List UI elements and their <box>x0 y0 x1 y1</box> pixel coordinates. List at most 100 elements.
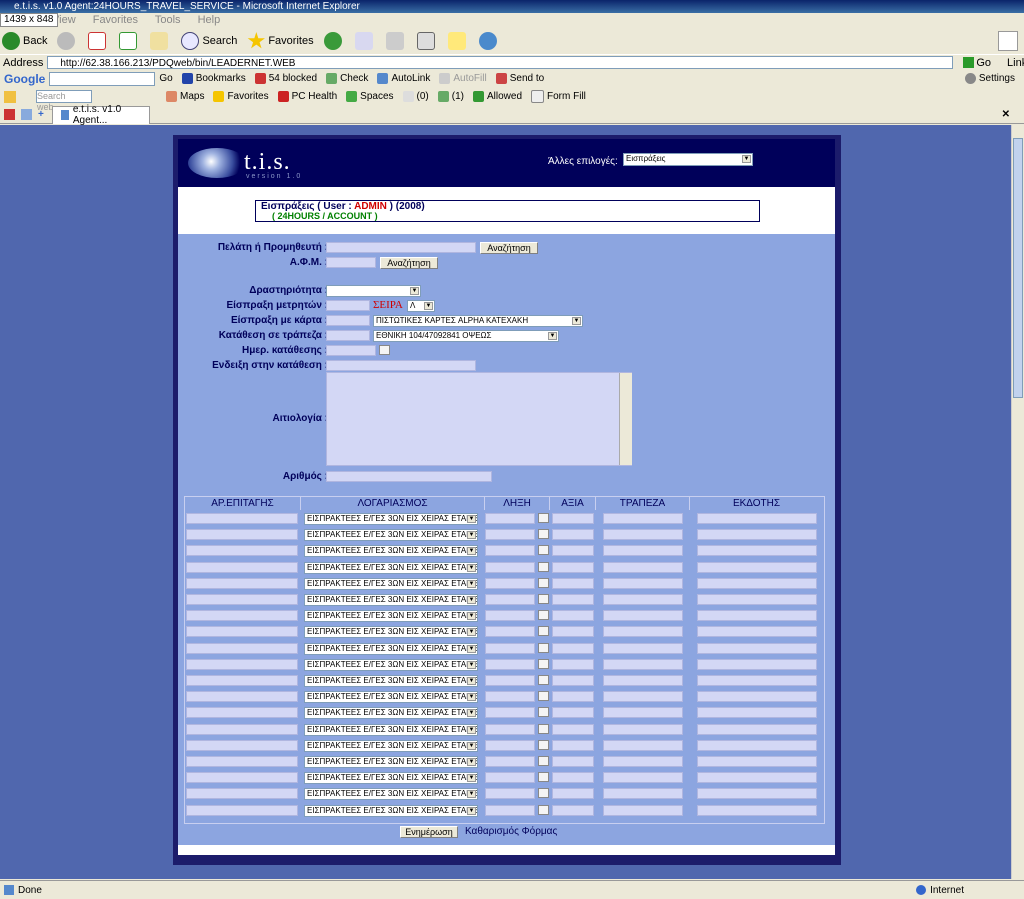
due-date-input[interactable] <box>485 513 535 524</box>
check-no-input[interactable] <box>186 545 298 557</box>
account-select[interactable]: ΕΙΣΠΡΑΚΤΕΕΣ Ε/ΓΕΣ 3ΩΝ ΕΙΣ ΧΕΙΡΑΣ ΕΤΑΙΡΕΙ… <box>304 691 478 704</box>
due-date-input[interactable] <box>485 723 535 735</box>
textarea-scrollbar[interactable] <box>619 373 632 465</box>
account-select[interactable]: ΕΙΣΠΡΑΚΤΕΕΣ Ε/ΓΕΣ 3ΩΝ ΕΙΣ ΧΕΙΡΑΣ ΕΤΑΙΡΕΙ… <box>304 594 478 606</box>
bank-input[interactable] <box>603 658 683 670</box>
calendar-icon[interactable] <box>538 723 549 734</box>
account-select[interactable]: ΕΙΣΠΡΑΚΤΕΕΣ Ε/ΓΕΣ 3ΩΝ ΕΙΣ ΧΕΙΡΑΣ ΕΤΑΙΡΕΙ… <box>304 642 478 655</box>
due-date-input[interactable] <box>485 658 535 670</box>
activity-select[interactable]: ▼ <box>326 285 421 297</box>
issuer-input[interactable] <box>697 707 817 719</box>
value-input[interactable] <box>552 610 594 622</box>
reason-textarea[interactable] <box>326 372 632 466</box>
value-input[interactable] <box>552 658 594 670</box>
bank-input[interactable] <box>603 594 683 605</box>
account-select[interactable]: ΕΙΣΠΡΑΚΤΕΕΣ Ε/ΓΕΣ 3ΩΝ ΕΙΣ ΧΕΙΡΑΣ ΕΤΑΙΡΕΙ… <box>304 788 478 801</box>
bank-input[interactable] <box>603 610 683 622</box>
clear-form-link[interactable]: Καθαρισμός Φόρμας <box>465 826 557 837</box>
bank-input[interactable] <box>603 626 683 638</box>
account-select[interactable]: ΕΙΣΠΡΑΚΤΕΕΣ Ε/ΓΕΣ 3ΩΝ ΕΙΣ ΧΕΙΡΑΣ ΕΤΑΙΡΕΙ… <box>304 772 478 785</box>
check-no-input[interactable] <box>186 642 298 654</box>
issuer-input[interactable] <box>697 756 817 767</box>
calendar-icon[interactable] <box>538 529 549 540</box>
due-date-input[interactable] <box>485 772 535 784</box>
account-select[interactable]: ΕΙΣΠΡΑΚΤΕΕΣ Ε/ΓΕΣ 3ΩΝ ΕΙΣ ΧΕΙΡΑΣ ΕΤΑΙΡΕΙ… <box>304 658 478 671</box>
autofill-button[interactable]: AutoFill <box>439 73 487 84</box>
check-no-input[interactable] <box>186 739 298 751</box>
issuer-input[interactable] <box>697 772 817 784</box>
bank-input[interactable] <box>603 561 683 573</box>
notes-button[interactable] <box>447 32 469 50</box>
card-amount-input[interactable] <box>326 315 370 326</box>
value-input[interactable] <box>552 691 594 703</box>
account-select[interactable]: ΕΙΣΠΡΑΚΤΕΕΣ Ε/ΓΕΣ 3ΩΝ ΕΙΣ ΧΕΙΡΑΣ ΕΤΑΙΡΕΙ… <box>304 675 478 687</box>
settings-button[interactable]: Settings <box>964 73 1015 84</box>
bank-input[interactable] <box>603 691 683 703</box>
bank-input[interactable] <box>603 545 683 557</box>
check-no-input[interactable] <box>186 513 298 524</box>
maps-button[interactable]: Maps <box>166 91 204 102</box>
calendar-icon[interactable] <box>538 772 549 783</box>
pchealth-button[interactable]: PC Health <box>277 91 337 102</box>
mail-count[interactable]: (0) <box>402 91 429 102</box>
issuer-input[interactable] <box>697 561 817 573</box>
issuer-input[interactable] <box>697 675 817 686</box>
menu-help[interactable]: Help <box>198 14 221 26</box>
series-select[interactable]: Λ ▼ <box>407 300 435 312</box>
value-input[interactable] <box>552 675 594 686</box>
due-date-input[interactable] <box>485 561 535 573</box>
calendar-icon[interactable] <box>538 658 549 669</box>
check-button[interactable]: Check <box>326 73 368 84</box>
check-no-input[interactable] <box>186 626 298 638</box>
value-input[interactable] <box>552 739 594 751</box>
check-no-input[interactable] <box>186 756 298 767</box>
account-select[interactable]: ΕΙΣΠΡΑΚΤΕΕΣ Ε/ΓΕΣ 3ΩΝ ΕΙΣ ΧΕΙΡΑΣ ΕΤΑΙΡΕΙ… <box>304 561 478 574</box>
google-go-button[interactable]: Go <box>159 73 172 84</box>
close-tab-icon[interactable]: ✕ <box>1002 109 1010 120</box>
stop-button[interactable] <box>88 32 109 50</box>
value-input[interactable] <box>552 772 594 784</box>
bookmarks-button[interactable]: Bookmarks <box>181 73 246 84</box>
search-button[interactable]: Search <box>181 32 237 50</box>
customer-input[interactable] <box>326 242 476 253</box>
customer-search-button[interactable]: Αναζήτηση <box>480 242 538 254</box>
calendar-icon[interactable] <box>538 642 549 653</box>
issuer-input[interactable] <box>697 577 817 589</box>
check-no-input[interactable] <box>186 577 298 589</box>
value-input[interactable] <box>552 594 594 605</box>
due-date-input[interactable] <box>485 529 535 541</box>
value-input[interactable] <box>552 561 594 573</box>
google-search-input[interactable] <box>49 71 156 86</box>
account-select[interactable]: ΕΙΣΠΡΑΚΤΕΕΣ Ε/ΓΕΣ 3ΩΝ ΕΙΣ ΧΕΙΡΑΣ ΕΤΑΙΡΕΙ… <box>304 577 478 590</box>
go-button[interactable]: Go <box>963 57 991 69</box>
issuer-input[interactable] <box>697 513 817 524</box>
value-input[interactable] <box>552 642 594 654</box>
check-no-input[interactable] <box>186 772 298 784</box>
issuer-input[interactable] <box>697 545 817 557</box>
messenger-button[interactable] <box>478 32 500 50</box>
calendar-icon[interactable] <box>538 513 549 523</box>
due-date-input[interactable] <box>485 739 535 751</box>
bank-input[interactable] <box>603 756 683 767</box>
due-date-input[interactable] <box>485 756 535 767</box>
value-input[interactable] <box>552 707 594 719</box>
afm-input[interactable] <box>326 257 376 268</box>
calendar-icon[interactable] <box>538 610 549 621</box>
calendar-icon[interactable] <box>538 545 549 556</box>
issuer-input[interactable] <box>697 691 817 703</box>
vertical-scrollbar[interactable] <box>1011 125 1024 879</box>
tab-list-icon[interactable] <box>21 109 32 120</box>
account-select[interactable]: ΕΙΣΠΡΑΚΤΕΕΣ Ε/ΓΕΣ 3ΩΝ ΕΙΣ ΧΕΙΡΑΣ ΕΤΑΙΡΕΙ… <box>304 707 478 720</box>
value-input[interactable] <box>552 545 594 557</box>
calendar-icon[interactable] <box>538 626 549 637</box>
due-date-input[interactable] <box>485 545 535 557</box>
due-date-input[interactable] <box>485 675 535 686</box>
history-button[interactable] <box>323 32 345 50</box>
due-date-input[interactable] <box>485 691 535 703</box>
edit-button[interactable] <box>416 32 438 50</box>
calendar-icon[interactable] <box>538 739 549 750</box>
tab-home-icon[interactable] <box>4 109 15 120</box>
due-date-input[interactable] <box>485 594 535 605</box>
calendar-icon[interactable] <box>538 804 549 815</box>
menu-favorites[interactable]: Favorites <box>93 14 138 26</box>
